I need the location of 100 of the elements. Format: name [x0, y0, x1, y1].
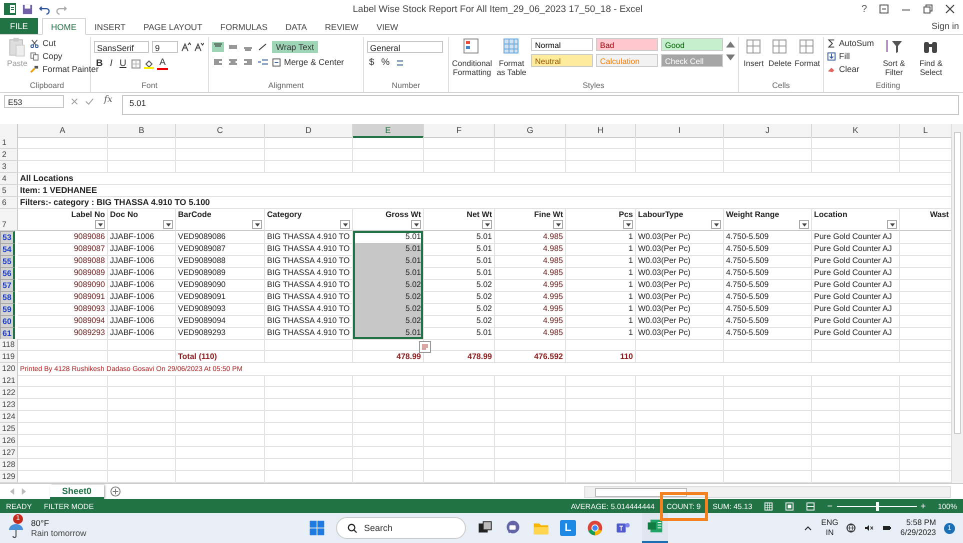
filter-button[interactable] [887, 220, 897, 229]
browser-icon[interactable] [586, 519, 604, 537]
row-header[interactable]: 53 [0, 231, 15, 244]
row-header[interactable]: 57 [0, 279, 15, 292]
row-header[interactable]: 126 [0, 435, 18, 447]
row-header[interactable]: 120 [0, 363, 18, 376]
shrink-font-icon[interactable] [194, 42, 204, 52]
speaker-muted-icon[interactable] [864, 523, 874, 533]
column-header[interactable]: L [900, 124, 952, 138]
column-header[interactable]: K [812, 124, 900, 138]
page-layout-icon[interactable] [785, 502, 794, 510]
ribbon-tab[interactable]: FORMULAS [211, 18, 276, 35]
number-format-field[interactable]: General [367, 41, 443, 53]
find-select-button[interactable]: Find & Select [914, 37, 948, 77]
row-header[interactable]: 54 [0, 243, 15, 256]
taskbar-search-field[interactable]: Search [336, 517, 466, 539]
font-color-button[interactable]: A [157, 57, 168, 70]
cells-button[interactable]: Format [794, 37, 820, 68]
cell-style[interactable]: Neutral [531, 54, 593, 67]
row-header[interactable]: 5 [0, 185, 18, 197]
region-code[interactable]: IN [826, 528, 834, 538]
filter-button[interactable] [411, 220, 421, 229]
row-header[interactable]: 124 [0, 411, 18, 423]
ribbon-tab[interactable]: PAGE LAYOUT [134, 18, 212, 35]
font-size-field[interactable]: 9 [152, 41, 178, 53]
column-header[interactable]: A [18, 124, 108, 138]
filter-button[interactable] [553, 220, 563, 229]
quick-analysis-icon[interactable] [419, 341, 431, 353]
ribbon-display-icon[interactable] [879, 4, 889, 14]
excel-icon[interactable] [4, 3, 16, 15]
clock-date[interactable]: 6/29/2023 [900, 528, 936, 538]
column-header[interactable]: G [495, 124, 566, 138]
formula-field[interactable]: 5.01 [122, 95, 959, 115]
filter-button[interactable] [799, 220, 809, 229]
bold-button[interactable]: B [94, 58, 105, 69]
font-name-field[interactable]: SansSerif [94, 41, 149, 53]
globe-icon[interactable] [846, 523, 856, 533]
filter-button[interactable] [163, 220, 173, 229]
row-header[interactable]: 118 [0, 339, 18, 351]
undo-icon[interactable] [39, 4, 50, 14]
battery-icon[interactable] [882, 523, 892, 533]
row-header[interactable]: 123 [0, 399, 18, 411]
zoom-in-button[interactable]: + [920, 501, 926, 511]
orientation-icon[interactable] [257, 42, 269, 52]
column-header[interactable]: J [724, 124, 812, 138]
grow-font-icon[interactable] [181, 42, 191, 52]
filter-button[interactable] [623, 220, 633, 229]
fill-color-icon[interactable] [144, 58, 154, 68]
row-header[interactable]: 6 [0, 197, 18, 209]
align-center-icon[interactable] [227, 57, 239, 67]
column-header[interactable]: D [265, 124, 353, 138]
ribbon-tab[interactable]: VIEW [367, 18, 408, 35]
row-header[interactable]: 2 [0, 149, 18, 161]
zoom-out-button[interactable]: − [827, 501, 833, 511]
row-header[interactable]: 129 [0, 471, 18, 483]
row-header[interactable]: 55 [0, 255, 15, 268]
cell-style[interactable]: Good [661, 38, 723, 51]
filter-button[interactable] [340, 220, 350, 229]
copy-button[interactable]: Copy [30, 51, 99, 61]
clear-button[interactable]: Clear [827, 64, 874, 74]
column-header[interactable]: C [176, 124, 265, 138]
insert-function-button[interactable]: fx [100, 95, 116, 105]
align-right-icon[interactable] [242, 57, 254, 67]
page-break-icon[interactable] [806, 502, 816, 510]
row-header[interactable]: 4 [0, 173, 18, 185]
sort-filter-button[interactable]: Sort & Filter [876, 37, 911, 77]
row-header[interactable]: 127 [0, 447, 18, 459]
align-top-icon[interactable] [212, 42, 224, 52]
scroll-up-icon[interactable] [726, 40, 735, 49]
column-header[interactable]: B [108, 124, 176, 138]
row-header[interactable]: 3 [0, 161, 18, 173]
row-header[interactable]: 128 [0, 459, 18, 471]
row-header[interactable]: 119 [0, 351, 18, 363]
ribbon-tab[interactable]: HOME [42, 18, 86, 35]
filter-button[interactable] [711, 220, 721, 229]
name-box[interactable]: E53 [4, 95, 64, 108]
cell-style[interactable]: Bad [596, 38, 658, 51]
taskbar-button[interactable] [642, 513, 668, 543]
column-header[interactable]: E [353, 124, 424, 138]
language-code[interactable]: ENG [821, 518, 838, 528]
italic-button[interactable]: I [108, 58, 115, 69]
filter-button[interactable] [252, 220, 262, 229]
wrap-text-button[interactable]: Wrap Text [272, 41, 318, 53]
row-header[interactable]: 1 [0, 137, 18, 149]
ribbon-tab[interactable]: INSERT [86, 18, 135, 35]
ribbon-tab[interactable]: REVIEW [316, 18, 368, 35]
close-icon[interactable] [945, 4, 955, 14]
merge-center-button[interactable]: Merge & Center [272, 57, 344, 67]
cells-button[interactable]: Delete [768, 37, 792, 68]
row-header[interactable]: 59 [0, 303, 15, 316]
autosum-button[interactable]: AutoSum [827, 38, 874, 48]
add-sheet-icon[interactable] [110, 486, 121, 497]
normal-view-icon[interactable] [764, 502, 774, 510]
filter-button[interactable] [95, 220, 105, 229]
row-header[interactable]: 122 [0, 387, 18, 399]
save-icon[interactable] [22, 4, 33, 14]
row-header[interactable]: 60 [0, 315, 15, 328]
file-tab[interactable]: FILE [0, 18, 38, 34]
check-icon[interactable] [85, 97, 94, 106]
row-header[interactable]: 61 [0, 327, 15, 340]
